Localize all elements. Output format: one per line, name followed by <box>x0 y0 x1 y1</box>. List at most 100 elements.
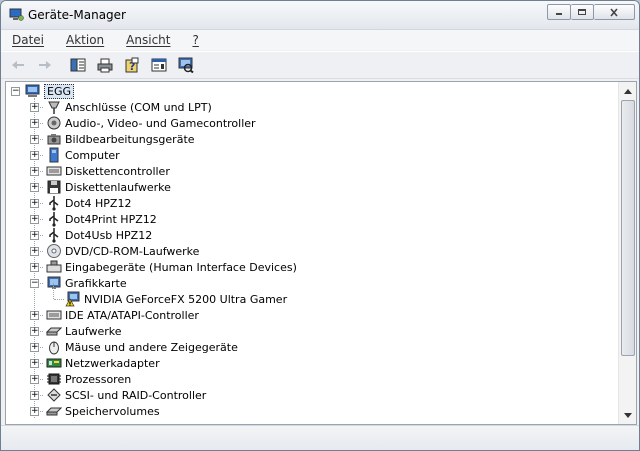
tree-category-item[interactable]: Computer <box>46 147 120 163</box>
minimize-icon <box>556 13 562 15</box>
tree-category-item[interactable]: Netzwerkadapter <box>46 355 160 371</box>
expand-toggle[interactable]: + <box>30 199 39 208</box>
printer-icon <box>97 58 113 72</box>
forward-button[interactable] <box>36 56 54 74</box>
expand-toggle[interactable]: + <box>30 135 39 144</box>
warning-display-icon <box>65 291 81 307</box>
tree-category-item[interactable]: Eingabegeräte (Human Interface Devices) <box>46 259 297 275</box>
expand-toggle[interactable]: + <box>30 407 39 416</box>
title-bar[interactable]: Geräte-Manager <box>1 1 639 30</box>
scroll-down-button[interactable] <box>620 407 635 423</box>
menu-aktion[interactable]: Aktion <box>63 33 107 47</box>
usb-icon <box>46 195 62 211</box>
scan-hardware-button[interactable] <box>177 56 195 74</box>
camera-icon <box>46 131 62 147</box>
show-hide-console-tree-button[interactable] <box>69 56 87 74</box>
help-icon: ? <box>125 57 139 73</box>
close-icon <box>610 7 618 17</box>
device-manager-app-icon <box>9 8 24 21</box>
expand-toggle[interactable]: + <box>30 167 39 176</box>
tree-item-label: Dot4Print HPZ12 <box>65 212 157 226</box>
expand-toggle[interactable]: + <box>30 103 39 112</box>
tree-category-item[interactable]: IDE ATA/ATAPI-Controller <box>46 307 199 323</box>
menu-ansicht[interactable]: Ansicht <box>123 33 173 47</box>
tree-item-label: Dot4 HPZ12 <box>65 196 132 210</box>
expand-toggle[interactable]: + <box>30 359 39 368</box>
menu-help[interactable]: ? <box>189 33 201 47</box>
print-button[interactable] <box>96 56 114 74</box>
tree-category-item[interactable]: Speichervolumes <box>46 403 160 419</box>
properties-icon <box>151 58 167 72</box>
tree-item-label: Speichervolumes <box>65 404 160 418</box>
vertical-scrollbar[interactable] <box>618 82 636 424</box>
tree-connector <box>53 283 54 299</box>
toolbar: ? <box>1 51 639 79</box>
dvd-icon <box>46 243 62 259</box>
expand-toggle[interactable]: + <box>30 263 39 272</box>
tree-item-label: SCSI- und RAID-Controller <box>65 388 207 402</box>
status-bar <box>1 425 639 450</box>
menu-datei[interactable]: Datei <box>9 33 47 47</box>
scan-hardware-icon <box>178 57 194 73</box>
tree-category-item[interactable]: DVD/CD-ROM-Laufwerke <box>46 243 199 259</box>
chevron-up-icon <box>623 88 632 94</box>
hid-icon <box>46 259 62 275</box>
expand-toggle[interactable]: + <box>30 343 39 352</box>
minimize-button[interactable] <box>547 4 571 20</box>
collapse-toggle[interactable]: − <box>30 279 39 288</box>
expand-toggle[interactable]: + <box>30 375 39 384</box>
expand-toggle[interactable]: + <box>30 247 39 256</box>
tree-category-item[interactable]: Diskettenlaufwerke <box>46 179 171 195</box>
tree-item-label: Audio-, Video- und Gamecontroller <box>65 116 256 130</box>
window-controls <box>547 4 635 20</box>
tree-item-label: Diskettenlaufwerke <box>65 180 171 194</box>
computer-icon <box>25 83 41 99</box>
expand-toggle[interactable]: + <box>30 327 39 336</box>
scroll-up-button[interactable] <box>620 83 635 99</box>
tree-item-label: Prozessoren <box>65 372 132 386</box>
maximize-button[interactable] <box>571 4 594 20</box>
expand-toggle[interactable]: + <box>30 231 39 240</box>
tree-root-label: EGG <box>44 83 74 99</box>
tree-category-item[interactable]: Mäuse und andere Zeigegeräte <box>46 339 238 355</box>
usb-icon <box>46 227 62 243</box>
computer-icon <box>46 147 62 163</box>
tree-category-item[interactable]: Dot4 HPZ12 <box>46 195 131 211</box>
properties-button[interactable] <box>150 56 168 74</box>
tree-device-item[interactable]: NVIDIA GeForceFX 5200 Ultra Gamer <box>65 291 287 307</box>
tree-root[interactable]: EGG <box>25 83 74 99</box>
close-button[interactable] <box>594 4 635 20</box>
tree-category-item[interactable]: Audio-, Video- und Gamecontroller <box>46 115 256 131</box>
expand-toggle[interactable]: + <box>30 215 39 224</box>
tree-category-item[interactable]: Dot4Print HPZ12 <box>46 211 157 227</box>
tree-category-item[interactable]: SCSI- und RAID-Controller <box>46 387 206 403</box>
tree-category-item[interactable]: Laufwerke <box>46 323 122 339</box>
tree-category-item[interactable]: Anschlüsse (COM und LPT) <box>46 99 212 115</box>
expand-toggle[interactable]: + <box>30 183 39 192</box>
arrow-left-icon <box>12 61 24 69</box>
window-title: Geräte-Manager <box>28 8 126 22</box>
drive-icon <box>46 323 62 339</box>
scrollbar-thumb[interactable] <box>621 100 635 356</box>
help-button[interactable]: ? <box>123 56 141 74</box>
expand-toggle[interactable]: + <box>30 311 39 320</box>
tree-category-item[interactable]: Diskettencontroller <box>46 163 170 179</box>
tree-category-item[interactable]: Prozessoren <box>46 371 131 387</box>
tree-category-item[interactable]: Bildbearbeitungsgeräte <box>46 131 195 147</box>
tree-category-item[interactable]: Grafikkarte <box>46 275 127 291</box>
usb-icon <box>46 211 62 227</box>
tree-item-label: Eingabegeräte (Human Interface Devices) <box>65 260 297 274</box>
tree-item-label: Netzwerkadapter <box>65 356 160 370</box>
root-collapse-toggle[interactable]: − <box>11 87 20 96</box>
device-tree[interactable]: − EGG + Anschlüsse (COM und LPT) + Audio-, … <box>6 82 618 424</box>
tree-item-label: Mäuse und andere Zeigegeräte <box>65 340 238 354</box>
tree-item-label: Anschlüsse (COM und LPT) <box>65 100 212 114</box>
audio-icon <box>46 115 62 131</box>
expand-toggle[interactable]: + <box>30 151 39 160</box>
expand-toggle[interactable]: + <box>30 391 39 400</box>
device-manager-window: Geräte-Manager Datei Aktion Ansicht ? ? … <box>0 0 640 451</box>
back-button[interactable] <box>9 56 27 74</box>
expand-toggle[interactable]: + <box>30 119 39 128</box>
arrow-right-icon <box>39 61 51 69</box>
tree-category-item[interactable]: Dot4Usb HPZ12 <box>46 227 152 243</box>
